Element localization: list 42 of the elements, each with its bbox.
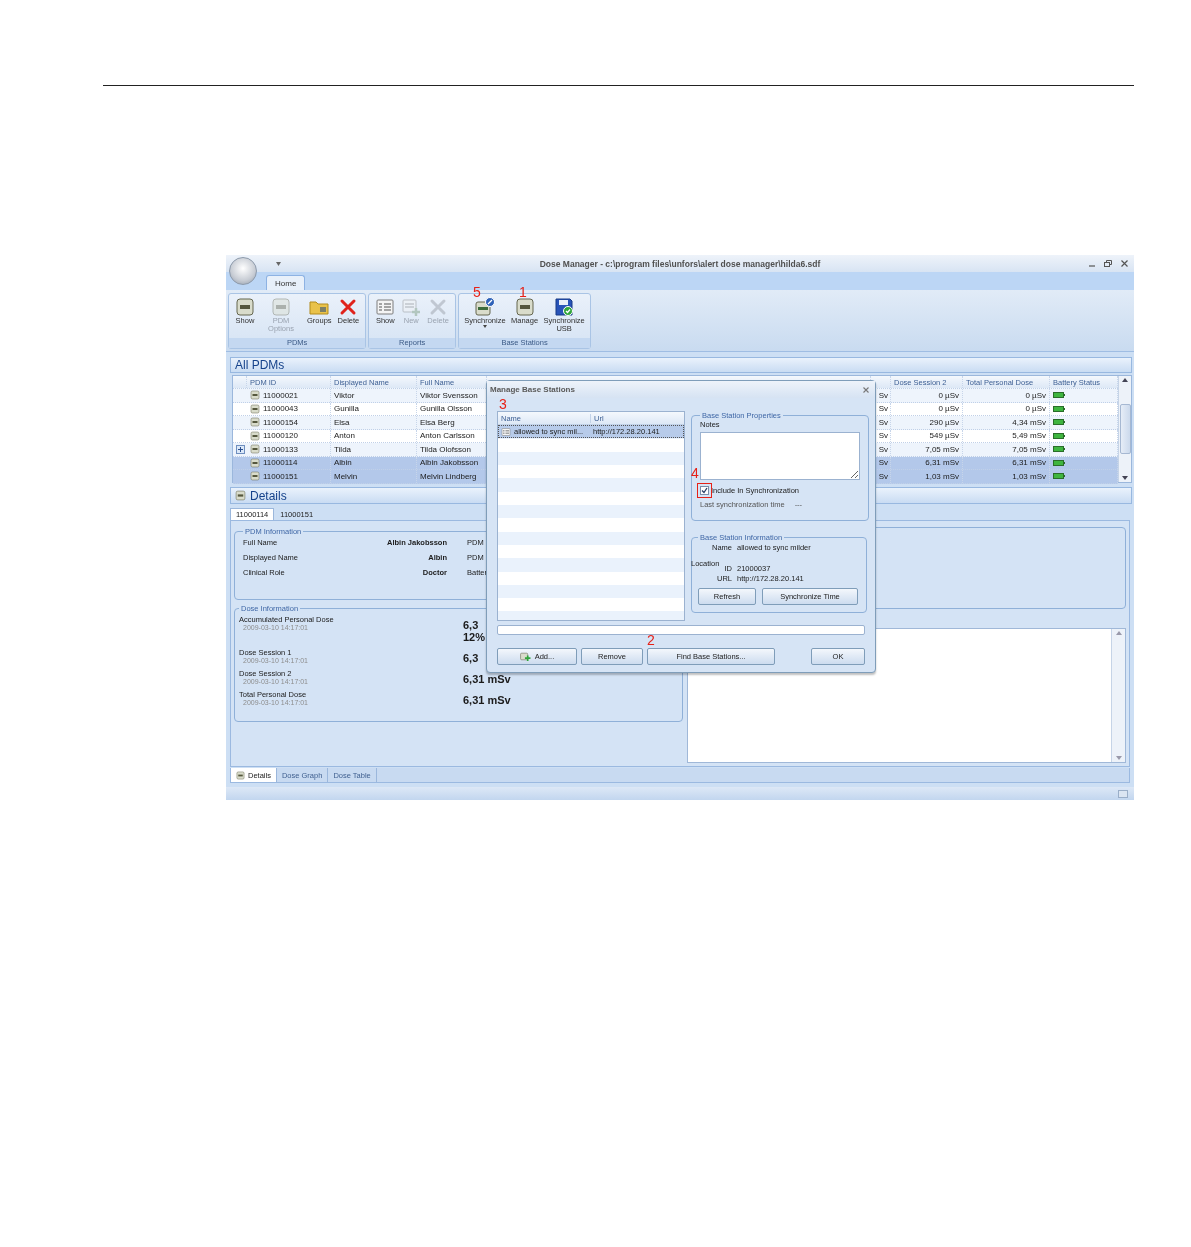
dose-value: 6,3	[463, 652, 479, 664]
window-title: Dose Manager - c:\program files\unfors\alert dose manager\hilda6.sdf	[539, 258, 821, 269]
table-cell: 6,31 mSv	[891, 456, 963, 469]
table-cell: 0 µSv	[891, 402, 963, 415]
table-cell: 290 µSv	[891, 416, 963, 429]
callout-number: 1	[519, 285, 527, 299]
table-cell: 6,31 mSv	[963, 456, 1050, 469]
callout-number: 2	[647, 633, 655, 647]
table-cell: 11000154	[263, 417, 298, 427]
dialog-title: Manage Base Stations	[490, 385, 575, 394]
callout-number: 4	[691, 466, 699, 480]
table-cell: Elsa	[331, 416, 417, 429]
callout-number: 3	[499, 397, 507, 411]
table-cell: 4,34 mSv	[963, 416, 1050, 429]
table-cell: Viktor	[331, 389, 417, 402]
table-cell: 5,49 mSv	[963, 429, 1050, 442]
table-cell: 11000120	[263, 431, 298, 441]
table-cell: Tilda	[331, 443, 417, 456]
table-cell: 11000043	[263, 404, 298, 414]
table-cell: Albin	[331, 456, 417, 469]
table-cell: 11000114	[263, 458, 298, 468]
table-cell: Anton	[331, 429, 417, 442]
table-cell: 1,03 mSv	[891, 470, 963, 483]
table-cell: 1,03 mSv	[963, 470, 1050, 483]
table-cell: 0 µSv	[963, 389, 1050, 402]
dose-value: 12%	[463, 631, 486, 643]
dose-value: 6,3	[463, 619, 479, 631]
dose-value: 6,31 mSv	[463, 694, 511, 706]
dose-value: 6,31 mSv	[463, 673, 511, 685]
table-cell: 0 µSv	[891, 389, 963, 402]
callout-number: 5	[473, 285, 481, 299]
table-cell: 11000151	[263, 471, 298, 481]
table-cell: Gunilla	[331, 402, 417, 415]
table-cell: Melvin	[331, 470, 417, 483]
table-cell: 11000133	[263, 444, 298, 454]
table-cell: 7,05 mSv	[891, 443, 963, 456]
table-cell: 11000021	[263, 390, 298, 400]
panel-header: Details	[250, 488, 287, 503]
table-cell: 7,05 mSv	[963, 443, 1050, 456]
table-cell: 549 µSv	[891, 429, 963, 442]
panel-header: All PDMs	[230, 357, 1132, 373]
table-cell: 0 µSv	[963, 402, 1050, 415]
